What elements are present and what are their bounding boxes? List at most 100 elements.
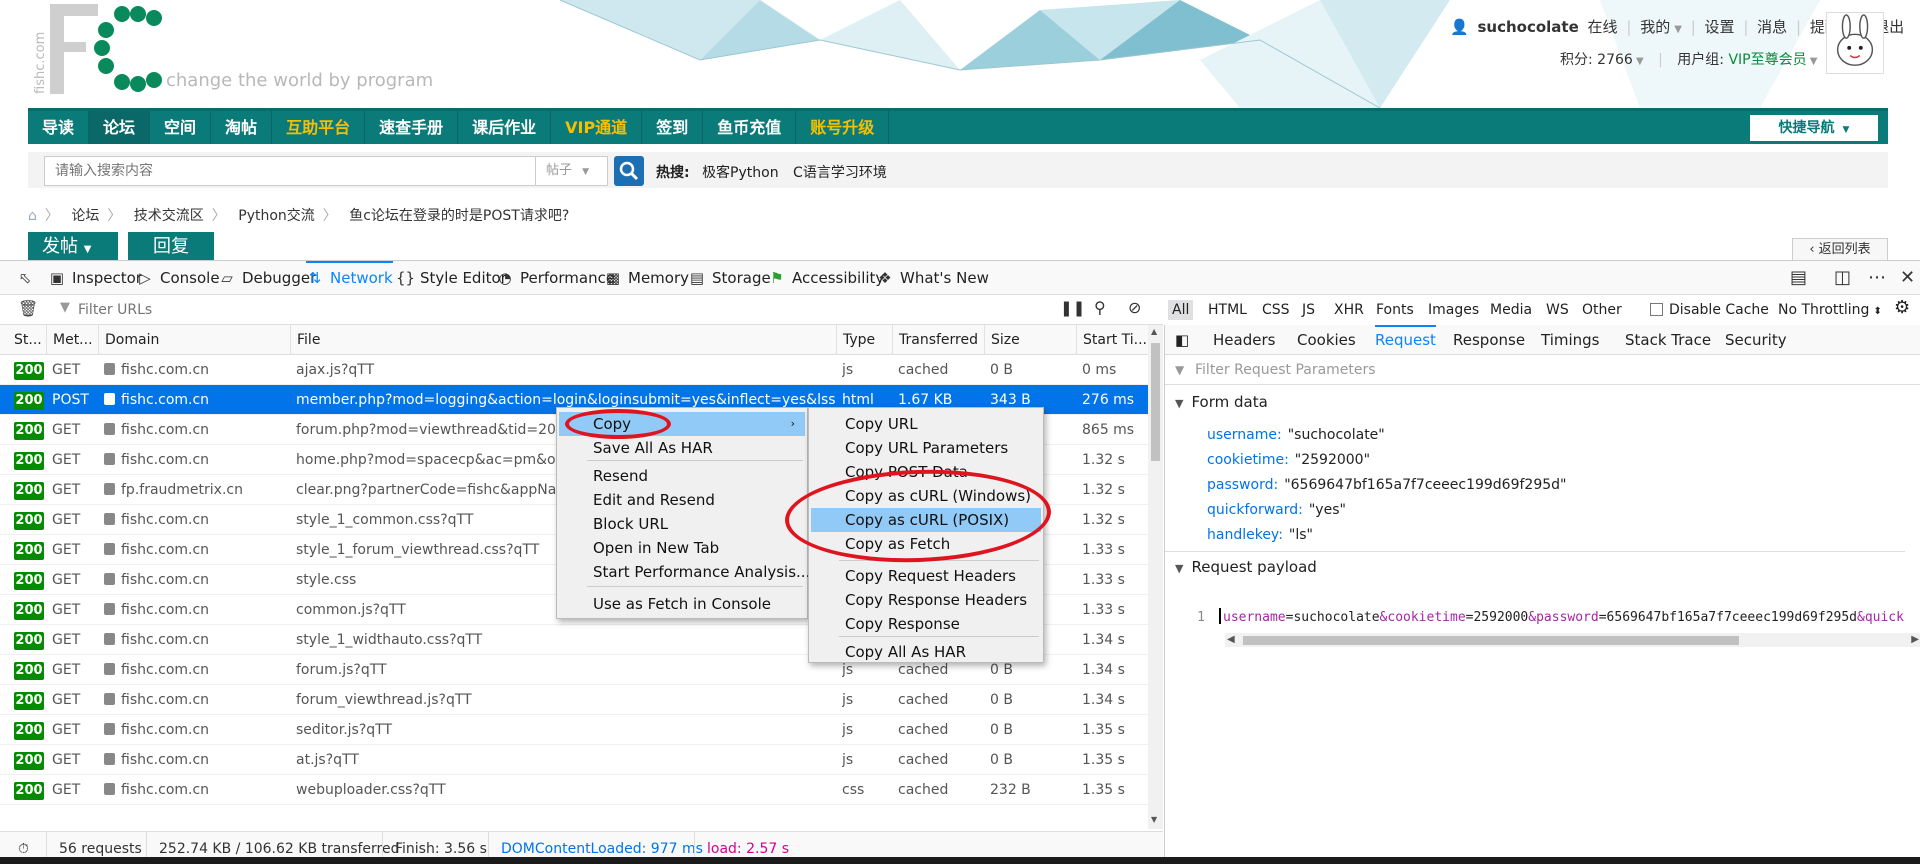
- menu-item-copy[interactable]: Copy ›: [559, 412, 805, 436]
- column-header[interactable]: File: [290, 325, 836, 355]
- tab-accessibility[interactable]: ⚑ Accessibility: [768, 261, 884, 295]
- submenu-item-copy-url-parameters[interactable]: Copy URL Parameters: [811, 436, 1041, 460]
- gear-icon[interactable]: ⚙: [1890, 298, 1914, 318]
- tab-style-editor[interactable]: {} Style Editor: [396, 261, 507, 295]
- tab-what-s-new[interactable]: ❖ What's New: [876, 261, 989, 295]
- nav-item[interactable]: 淘帖: [211, 111, 273, 144]
- tab-debugger[interactable]: ▱ Debugger: [218, 261, 316, 295]
- submenu-item-copy-all-as-har[interactable]: Copy All As HAR: [811, 640, 1041, 664]
- scrollbar-thumb[interactable]: [1243, 636, 1739, 645]
- details-tab-headers[interactable]: Headers: [1213, 325, 1275, 355]
- menu-item-block-url[interactable]: Block URL: [559, 512, 805, 536]
- form-param[interactable]: cookietime: "2592000": [1207, 452, 1370, 468]
- type-filter-all[interactable]: All: [1168, 300, 1194, 320]
- scrollbar-thumb[interactable]: [1151, 343, 1160, 461]
- form-param[interactable]: password: "6569647bf165a7f7ceeec199d69f29…: [1207, 477, 1566, 493]
- request-table-scrollbar[interactable]: ▲ ▼: [1148, 325, 1163, 829]
- nav-item[interactable]: 互助平台: [272, 111, 366, 144]
- submenu-item-copy-response-headers[interactable]: Copy Response Headers: [811, 588, 1041, 612]
- table-row[interactable]: 200 GET fishc.com.cn seditor.js?qTT js cached…: [0, 715, 1148, 745]
- type-filter-js[interactable]: JS: [1298, 300, 1319, 320]
- form-param[interactable]: username: "suchocolate": [1207, 427, 1385, 443]
- table-row[interactable]: 200 GET fishc.com.cn at.js?qTT js cached 0 B 1.…: [0, 745, 1148, 775]
- home-icon[interactable]: ⌂: [28, 208, 37, 224]
- submenu-item-copy-post-data[interactable]: Copy POST Data: [811, 460, 1041, 484]
- hot-item[interactable]: 极客Python: [702, 165, 779, 181]
- avatar[interactable]: [1826, 12, 1884, 74]
- type-filter-ws[interactable]: WS: [1542, 300, 1573, 320]
- nav-item[interactable]: 速查手册: [365, 111, 459, 144]
- tab-memory[interactable]: ▩ Memory: [604, 261, 689, 295]
- back-to-list-button[interactable]: ‹ 返回列表: [1792, 238, 1888, 260]
- table-row[interactable]: 200 GET fishc.com.cn forum_viewthread.js?qT…: [0, 685, 1148, 715]
- more-options-icon[interactable]: ⋯: [1868, 267, 1886, 288]
- filter-request-params[interactable]: ▼ Filter Request Parameters: [1165, 355, 1920, 385]
- responsive-icon[interactable]: ◫: [1834, 267, 1851, 288]
- submenu-item-copy-as-curl-windows[interactable]: Copy as cURL (Windows): [811, 484, 1041, 508]
- nav-item[interactable]: 论坛: [89, 111, 151, 144]
- group-value[interactable]: VIP至尊会员: [1728, 52, 1806, 68]
- column-header[interactable]: Transferred: [892, 325, 984, 355]
- form-data-section[interactable]: ▼ Form data: [1175, 393, 1268, 411]
- nav-item[interactable]: 导读: [28, 111, 90, 144]
- menu-item-resend[interactable]: Resend: [559, 464, 805, 488]
- request-payload-editor[interactable]: 1 username=suchocolate&cookietime=2592000…: [1165, 607, 1920, 629]
- tab-network[interactable]: ⇅ Network: [306, 261, 393, 295]
- nav-item[interactable]: 鱼币充值: [703, 111, 797, 144]
- column-header[interactable]: Domain: [98, 325, 290, 355]
- submenu-item-copy-request-headers[interactable]: Copy Request Headers: [811, 564, 1041, 588]
- tab-performance[interactable]: ◔ Performance: [496, 261, 615, 295]
- type-filter-html[interactable]: HTML: [1204, 300, 1251, 320]
- details-tab-timings[interactable]: Timings: [1541, 325, 1600, 355]
- tab-storage[interactable]: ▤ Storage: [688, 261, 771, 295]
- column-header[interactable]: Type: [836, 325, 892, 355]
- toggle-sidebar-icon[interactable]: ◧: [1175, 325, 1189, 355]
- new-post-button[interactable]: 发帖 ▼: [28, 232, 118, 260]
- details-tab-request[interactable]: Request: [1375, 325, 1436, 355]
- submenu-item-copy-url[interactable]: Copy URL: [811, 412, 1041, 436]
- quick-nav-button[interactable]: 快捷导航 ▼: [1750, 115, 1878, 141]
- breadcrumb-item[interactable]: Python交流: [238, 208, 315, 224]
- column-header[interactable]: St...: [8, 325, 46, 355]
- breadcrumb-item[interactable]: 论坛: [71, 208, 99, 224]
- points-link[interactable]: 积分: 2766: [1560, 52, 1633, 68]
- type-filter-other[interactable]: Other: [1578, 300, 1626, 320]
- hot-item[interactable]: C语言学习环境: [793, 165, 887, 181]
- reply-button[interactable]: 回复: [128, 232, 214, 260]
- disable-cache-checkbox[interactable]: Disable Cache: [1646, 300, 1773, 320]
- column-header[interactable]: Size: [984, 325, 1076, 355]
- search-input[interactable]: [44, 156, 536, 186]
- details-tab-stack-trace[interactable]: Stack Trace: [1625, 325, 1711, 355]
- menu-item-save-all-as-har[interactable]: Save All As HAR: [559, 436, 805, 460]
- nav-item[interactable]: VIP通道: [551, 111, 643, 144]
- search-scope-select[interactable]: 帖子 ▼: [536, 156, 608, 186]
- type-filter-css[interactable]: CSS: [1258, 300, 1294, 320]
- search-button[interactable]: [614, 156, 644, 186]
- details-tab-response[interactable]: Response: [1453, 325, 1525, 355]
- element-picker-button[interactable]: ⬁: [16, 261, 40, 295]
- details-tab-security[interactable]: Security: [1725, 325, 1787, 355]
- nav-item[interactable]: 签到: [642, 111, 704, 144]
- column-header[interactable]: Start Ti...: [1076, 325, 1148, 355]
- breadcrumb-item[interactable]: 技术交流区: [134, 208, 204, 224]
- dock-icon[interactable]: ▤: [1790, 267, 1807, 288]
- nav-item[interactable]: 课后作业: [458, 111, 552, 144]
- details-tab-cookies[interactable]: Cookies: [1297, 325, 1356, 355]
- submenu-item-copy-response[interactable]: Copy Response: [811, 612, 1041, 636]
- table-row[interactable]: 200 GET fishc.com.cn webuploader.css?qTT css…: [0, 775, 1148, 805]
- menu-item-open-in-new-tab[interactable]: Open in New Tab: [559, 536, 805, 560]
- my-link[interactable]: 我的: [1640, 18, 1670, 36]
- throttling-select[interactable]: No Throttling ⬍: [1774, 300, 1886, 320]
- type-filter-media[interactable]: Media: [1486, 300, 1536, 320]
- settings-link[interactable]: 设置: [1705, 18, 1735, 36]
- menu-item-use-as-fetch-in-console[interactable]: Use as Fetch in Console: [559, 592, 805, 616]
- payload-scrollbar[interactable]: ◀ ▶: [1225, 633, 1920, 647]
- tab-inspector[interactable]: ▣ Inspector: [48, 261, 142, 295]
- column-header[interactable]: Met...: [46, 325, 98, 355]
- type-filter-images[interactable]: Images: [1424, 300, 1483, 320]
- request-payload-section[interactable]: ▼ Request payload: [1165, 551, 1905, 576]
- type-filter-fonts[interactable]: Fonts: [1372, 300, 1418, 320]
- menu-item-start-performance-analysis[interactable]: Start Performance Analysis...: [559, 560, 810, 584]
- tab-console[interactable]: ▷ Console: [136, 261, 219, 295]
- form-param[interactable]: handlekey: "ls": [1207, 527, 1313, 543]
